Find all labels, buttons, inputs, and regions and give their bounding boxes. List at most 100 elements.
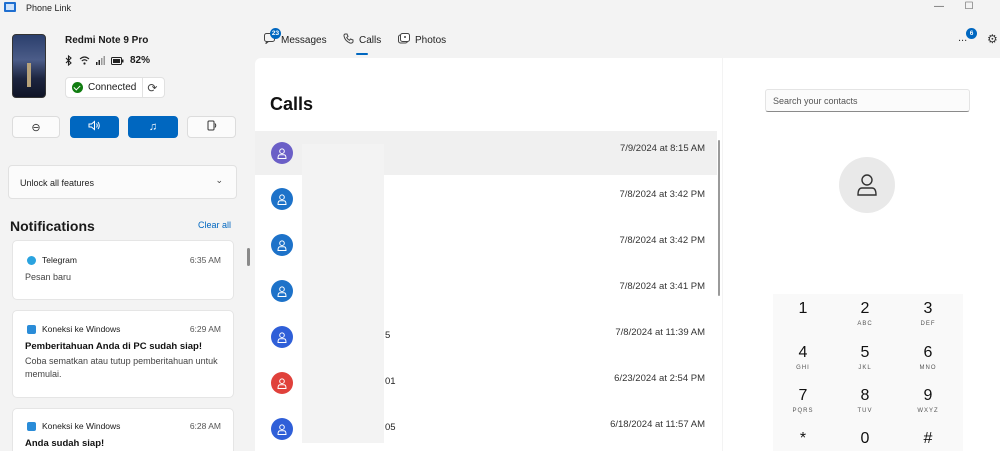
dial-key[interactable]: 9 WXYZ — [903, 387, 953, 429]
dial-key[interactable]: 8 TUV — [840, 387, 890, 429]
dial-key[interactable]: 0 — [840, 430, 890, 451]
dial-key[interactable]: # — [903, 430, 953, 451]
dial-key-digit: 6 — [923, 344, 933, 361]
person-icon — [857, 174, 877, 196]
notification-app: Telegram — [27, 255, 77, 265]
link-to-windows-icon — [27, 324, 36, 334]
dial-key[interactable]: 5 JKL — [840, 344, 890, 386]
left-panel: Redmi Note 9 Pro 82% Connected ⟳ ⊖ ♫ Unl… — [0, 18, 250, 451]
speaker-device-icon — [206, 120, 217, 134]
dial-key[interactable]: 4 GHI — [778, 344, 828, 386]
caller-name: 01 — [385, 376, 396, 387]
dial-key-letters: WXYZ — [917, 408, 939, 414]
dial-key-letters: MNO — [919, 365, 937, 371]
dial-key[interactable]: 6 MNO — [903, 344, 953, 386]
dial-key-letters: DEF — [920, 321, 936, 327]
tab-calls-label: Calls — [359, 34, 382, 46]
redacted-area — [302, 144, 384, 443]
dial-key-digit: # — [923, 430, 933, 447]
unlock-label: Unlock all features — [20, 178, 95, 188]
contact-search-input[interactable] — [765, 89, 970, 112]
call-timestamp: 6/18/2024 at 11:57 AM — [610, 419, 705, 430]
caller-name: 5 — [385, 330, 391, 341]
notification-card[interactable]: Koneksi ke Windows 6:28 AM Anda sudah si… — [12, 408, 234, 451]
minus-circle-icon: ⊖ — [31, 121, 41, 134]
do-not-disturb-button[interactable]: ⊖ — [12, 116, 60, 138]
notification-app: Koneksi ke Windows — [27, 324, 120, 334]
gear-icon[interactable]: ⚙ — [987, 32, 998, 46]
notification-body: Pesan baru — [25, 272, 72, 282]
title-bar: Phone Link — ☐ — [0, 0, 1000, 18]
dial-key-letters: PQRS — [792, 408, 814, 414]
chevron-down-icon: ⌄ — [215, 175, 223, 185]
dial-key-digit: 0 — [860, 430, 870, 447]
dial-key-digit: 1 — [798, 300, 808, 317]
dial-key-digit: 7 — [798, 387, 808, 404]
minimize-button[interactable]: — — [932, 1, 946, 13]
maximize-button[interactable]: ☐ — [962, 1, 976, 13]
caller-avatar-icon — [271, 234, 293, 256]
unlock-features-dropdown[interactable]: Unlock all features ⌄ — [8, 165, 237, 199]
notification-time: 6:28 AM — [189, 421, 221, 431]
notifications-title: Notifications — [10, 218, 95, 234]
phone-link-app-icon — [4, 2, 16, 12]
notification-time: 6:35 AM — [189, 255, 221, 265]
caller-avatar-icon — [271, 372, 293, 394]
dial-key-digit: 2 — [860, 300, 870, 317]
notification-card[interactable]: Telegram 6:35 AM Pesan baru — [12, 240, 234, 300]
media-button[interactable]: ♫ — [128, 116, 178, 138]
caller-avatar-icon — [271, 326, 293, 348]
dial-key[interactable]: 1 — [778, 300, 828, 342]
caller-name: 05 — [385, 422, 396, 433]
phone-wallpaper-image — [12, 34, 46, 98]
calls-scrollbar[interactable] — [718, 140, 720, 296]
call-timestamp: 7/8/2024 at 3:42 PM — [619, 189, 705, 200]
notification-card[interactable]: Koneksi ke Windows 6:29 AM Pemberitahuan… — [12, 310, 234, 398]
dial-key-digit: 8 — [860, 387, 870, 404]
dial-key[interactable]: 2 ABC — [840, 300, 890, 342]
contact-avatar — [839, 157, 895, 213]
bluetooth-icon — [65, 55, 73, 66]
clear-all-button[interactable]: Clear all — [198, 220, 231, 230]
device-name: Redmi Note 9 Pro — [65, 35, 149, 46]
dial-key[interactable]: 3 DEF — [903, 300, 953, 342]
sound-button[interactable] — [70, 116, 119, 138]
call-timestamp: 7/8/2024 at 3:41 PM — [619, 281, 705, 292]
photos-icon — [398, 33, 410, 47]
notification-body: Coba sematkan atau tutup pemberitahuan u… — [25, 356, 218, 379]
caller-avatar-icon — [271, 142, 293, 164]
call-timestamp: 7/8/2024 at 3:42 PM — [619, 235, 705, 246]
dial-key-digit: 3 — [923, 300, 933, 317]
dial-key[interactable]: * — [778, 430, 828, 451]
refresh-icon[interactable]: ⟳ — [143, 81, 161, 95]
dial-keypad: 1 2 ABC 3 DEF 4 GHI 5 JKL 6 MNO 7 PQRS 8 TUV 9 WXYZ * 0 # — [773, 294, 963, 451]
call-timestamp: 6/23/2024 at 2:54 PM — [614, 373, 705, 384]
telegram-icon — [27, 255, 36, 265]
audio-output-button[interactable] — [187, 116, 236, 138]
connected-check-icon — [72, 82, 83, 93]
speaker-icon — [88, 120, 101, 134]
dial-key-letters: TUV — [857, 408, 873, 414]
calls-title: Calls — [270, 94, 314, 114]
tab-photos-label: Photos — [415, 34, 447, 46]
notification-heading: Pemberitahuan Anda di PC sudah siap! — [25, 341, 203, 352]
connection-status: Connected ⟳ — [65, 77, 165, 98]
music-note-icon: ♫ — [148, 121, 158, 133]
battery-percent: 82% — [130, 55, 151, 66]
call-timestamp: 7/9/2024 at 8:15 AM — [619, 143, 705, 154]
battery-icon — [111, 56, 124, 65]
tab-calls[interactable]: Calls — [343, 33, 381, 47]
caller-avatar-icon — [271, 280, 293, 302]
notifications-scrollbar[interactable] — [247, 248, 250, 266]
notification-time: 6:29 AM — [189, 324, 221, 334]
dial-key-digit: 4 — [798, 344, 808, 361]
call-timestamp: 7/8/2024 at 11:39 AM — [615, 327, 705, 338]
tab-photos[interactable]: Photos — [398, 33, 446, 47]
signal-icon — [96, 56, 105, 65]
caller-avatar-icon — [271, 418, 293, 440]
dial-key-digit: 5 — [860, 344, 870, 361]
dial-key[interactable]: 7 PQRS — [778, 387, 828, 429]
phone-icon — [343, 33, 354, 47]
messages-unread-badge: 23 — [270, 28, 281, 39]
app-title: Phone Link — [26, 3, 72, 13]
